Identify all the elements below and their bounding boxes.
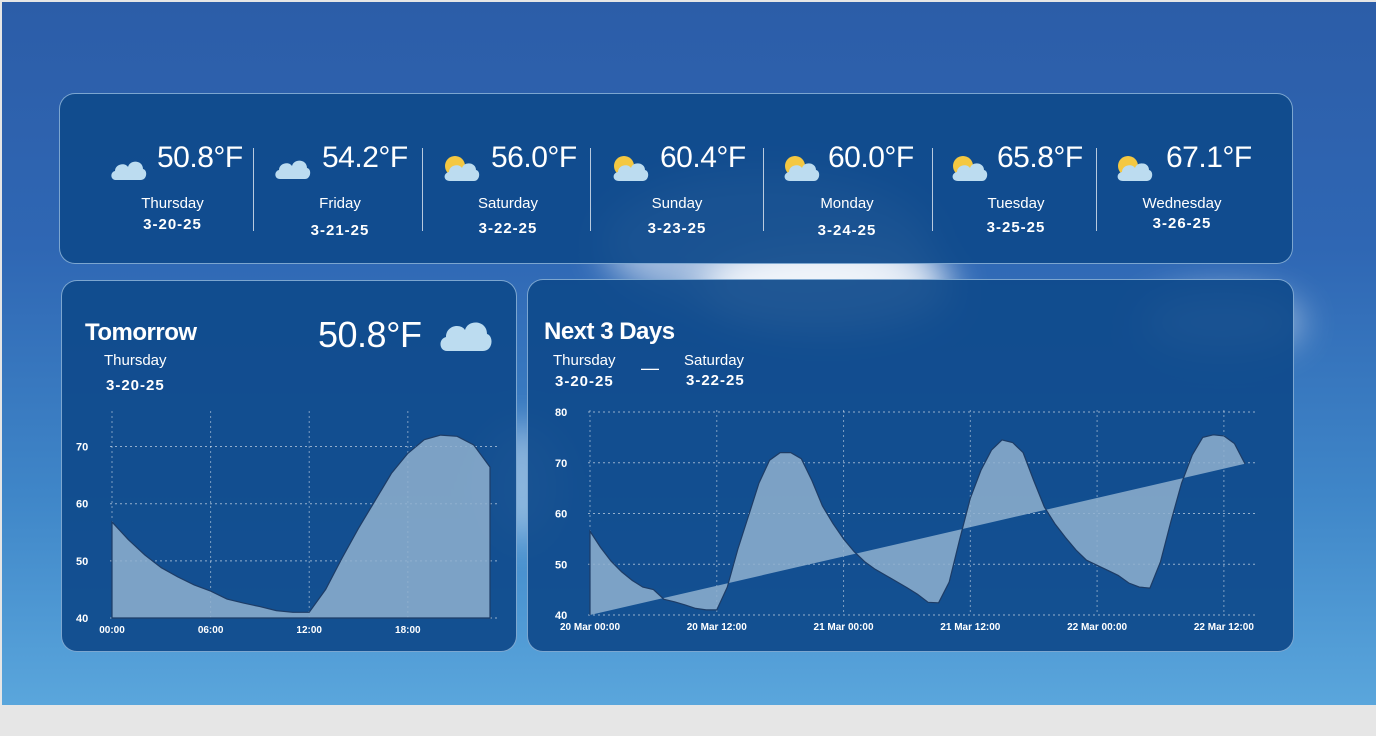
forecast-divider: [1096, 148, 1097, 231]
x-tick-label: 18:00: [395, 625, 421, 636]
forecast-day-monday: 60.0°F Monday 3-24-25: [777, 94, 917, 264]
forecast-date: 3-24-25: [817, 222, 877, 239]
forecast-temp: 67.1°F: [1166, 141, 1252, 174]
forecast-temp: 56.0°F: [491, 141, 577, 174]
y-tick-label: 40: [555, 610, 567, 622]
x-tick-label: 00:00: [99, 625, 125, 636]
forecast-day-name: Tuesday: [987, 195, 1045, 212]
forecast-date: 3-22-25: [478, 220, 538, 237]
x-tick-label: 22 Mar 00:00: [1067, 622, 1127, 633]
forecast-date: 3-26-25: [1152, 215, 1212, 232]
temperature-area: [111, 434, 491, 619]
forecast-date: 3-25-25: [986, 219, 1046, 236]
forecast-day-friday: 54.2°F Friday 3-21-25: [270, 94, 410, 264]
cloud-icon: [275, 160, 311, 179]
cloud-icon: [111, 161, 147, 180]
x-tick-label: 22 Mar 12:00: [1194, 622, 1254, 633]
forecast-divider: [422, 148, 423, 231]
y-tick-label: 80: [555, 407, 567, 419]
forecast-day-saturday: 56.0°F Saturday 3-22-25: [438, 94, 578, 264]
forecast-temp: 60.4°F: [660, 141, 746, 174]
forecast-day-wednesday: 67.1°F Wednesday 3-26-25: [1112, 94, 1252, 264]
y-tick-label: 50: [555, 559, 567, 571]
tomorrow-panel: Tomorrow Thursday 3-20-25 50.8°F 40 50 60 7…: [61, 280, 517, 652]
x-tick-label: 12:00: [296, 625, 322, 636]
forecast-divider: [590, 148, 591, 231]
forecast-date: 3-23-25: [647, 220, 707, 237]
x-tick-label: 21 Mar 00:00: [814, 622, 874, 633]
forecast-day-sunday: 60.4°F Sunday 3-23-25: [607, 94, 747, 264]
forecast-day-name: Thursday: [141, 195, 204, 212]
forecast-divider: [253, 148, 254, 231]
forecast-day-thursday: 50.8°F Thursday 3-20-25: [100, 94, 245, 264]
forecast-date: 3-20-25: [143, 216, 202, 233]
tomorrow-chart: 40 50 60 70 00:00 06:00 12:00 18:00: [76, 411, 499, 636]
y-tick-label: 50: [76, 556, 88, 568]
forecast-date: 3-21-25: [310, 222, 370, 239]
y-tick-label: 60: [76, 499, 88, 511]
y-tick-label: 60: [555, 509, 567, 521]
forecast-temp: 50.8°F: [157, 141, 243, 174]
forecast-divider: [763, 148, 764, 231]
x-tick-label: 20 Mar 00:00: [560, 622, 620, 633]
forecast-panel: 50.8°F Thursday 3-20-25 54.2°F Friday 3-21-25…: [59, 93, 1293, 264]
y-tick-label: 40: [76, 613, 88, 625]
forecast-temp: 65.8°F: [997, 141, 1083, 174]
partly-cloudy-icon: [1117, 156, 1153, 181]
x-tick-label: 21 Mar 12:00: [940, 622, 1000, 633]
forecast-day-name: Saturday: [477, 195, 539, 212]
y-tick-label: 70: [76, 442, 88, 454]
temperature-area: [589, 434, 1246, 615]
partly-cloudy-icon: [952, 156, 988, 181]
forecast-day-tuesday: 65.8°F Tuesday 3-25-25: [946, 94, 1086, 264]
forecast-temp: 54.2°F: [322, 141, 408, 174]
forecast-day-name: Monday: [820, 195, 874, 212]
forecast-divider: [932, 148, 933, 231]
forecast-day-name: Friday: [319, 195, 361, 212]
forecast-temp: 60.0°F: [828, 141, 914, 174]
next3-panel: Next 3 Days Thursday 3-20-25 — Saturday …: [527, 279, 1294, 652]
forecast-day-name: Sunday: [651, 195, 703, 212]
partly-cloudy-icon: [784, 156, 820, 181]
forecast-day-name: Wednesday: [1142, 195, 1222, 212]
x-tick-label: 06:00: [198, 625, 224, 636]
partly-cloudy-icon: [444, 156, 480, 181]
x-tick-label: 20 Mar 12:00: [687, 622, 747, 633]
partly-cloudy-icon: [613, 156, 649, 181]
y-tick-label: 70: [555, 458, 567, 470]
next3-chart: 40 50 60 70 80 20 Mar 00:00 20 Mar 12:00 21 Mar…: [555, 407, 1258, 633]
